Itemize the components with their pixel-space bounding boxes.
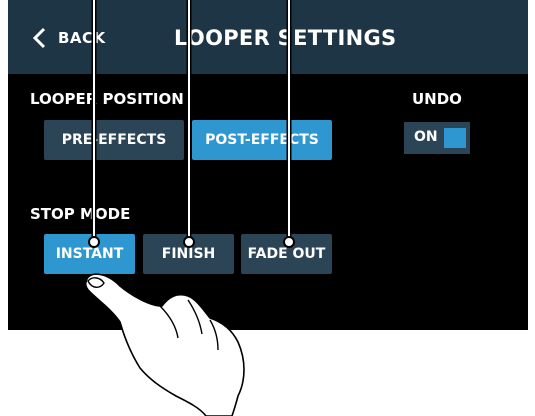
back-button[interactable]: BACK xyxy=(30,24,106,52)
pre-effects-button[interactable]: PRE-EFFECTS xyxy=(44,120,184,160)
chevron-left-icon xyxy=(32,27,46,49)
stop-mode-label: STOP MODE xyxy=(30,205,131,223)
fade-out-button[interactable]: FADE OUT xyxy=(241,234,332,274)
undo-toggle[interactable]: ON xyxy=(404,122,470,154)
undo-toggle-knob xyxy=(444,128,466,148)
looper-position-label: LOOPER POSITION xyxy=(30,90,184,108)
undo-label: UNDO xyxy=(412,90,462,108)
page-title: LOOPER SETTINGS xyxy=(174,26,397,50)
undo-toggle-label: ON xyxy=(414,129,438,145)
post-effects-button[interactable]: POST-EFFECTS xyxy=(192,120,332,160)
instant-button[interactable]: INSTANT xyxy=(44,234,135,274)
back-label: BACK xyxy=(58,29,106,47)
finish-button[interactable]: FINISH xyxy=(143,234,234,274)
